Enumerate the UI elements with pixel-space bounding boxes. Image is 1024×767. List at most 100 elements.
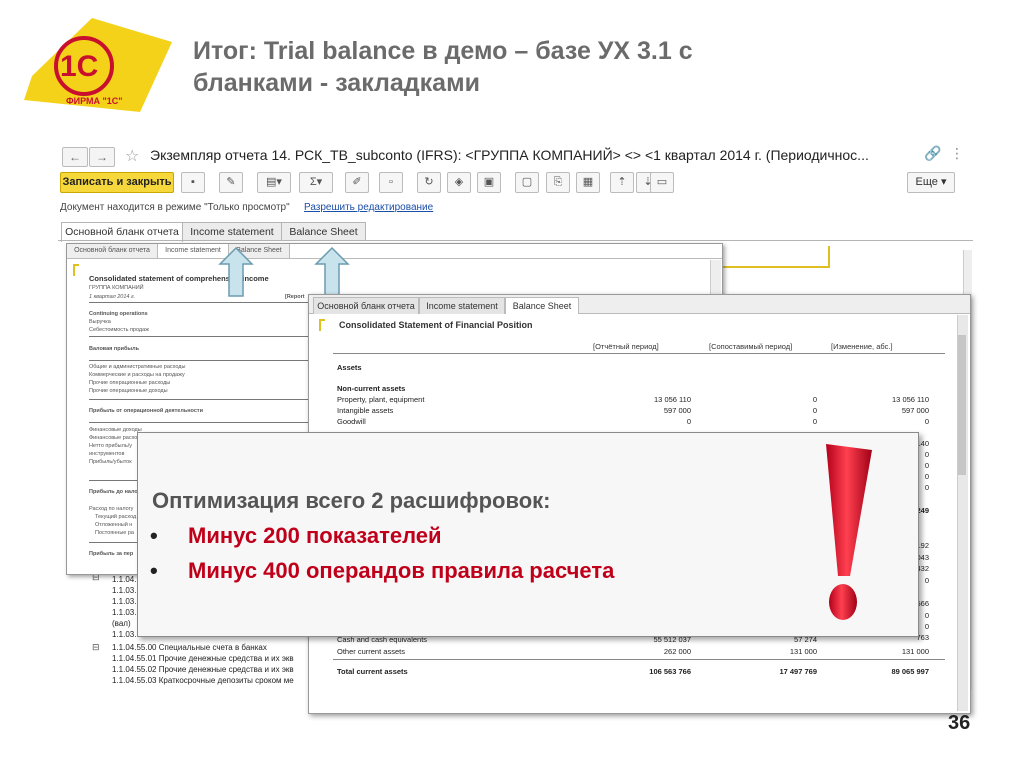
row-separator <box>89 302 309 303</box>
bs-scrollbar-thumb[interactable] <box>958 335 966 475</box>
tree-collapse-icon[interactable]: ⊟ <box>92 642 100 653</box>
lock-icon[interactable]: ▢ <box>515 172 539 193</box>
arrow-right-icon: → <box>96 150 108 164</box>
read-only-mode-text: Документ находится в режиме "Только прос… <box>60 202 290 213</box>
link-icon[interactable]: 🔗 <box>924 145 941 162</box>
income-line: Финансовые доходы <box>89 427 142 433</box>
save-icon[interactable]: ▪ <box>181 172 205 193</box>
bs-value: 13 056 110 <box>892 395 929 404</box>
income-line: Прибыль за пер <box>89 551 134 557</box>
tree-row[interactable]: 1.1.03. <box>112 586 136 595</box>
bs-value: 262 000 <box>663 647 691 656</box>
note-icon[interactable]: ▫ <box>379 172 403 193</box>
bs-value: 597 000 <box>901 406 929 415</box>
more-button[interactable]: Еще ▾ <box>907 172 955 193</box>
arrow-up-icon <box>218 246 254 297</box>
slide-title-line2: бланками - закладками <box>193 69 480 97</box>
tab-income-statement[interactable]: Income statement <box>182 222 282 241</box>
inner-tab-divider <box>67 258 722 259</box>
row-separator <box>333 659 945 660</box>
tree-row[interactable]: 1.1.03. <box>112 608 136 617</box>
clipboard-icon[interactable]: ▭ <box>650 172 674 193</box>
calc-icon[interactable]: ▦ <box>576 172 600 193</box>
bs-header-current: [Отчётный период] <box>593 342 659 351</box>
tree-row[interactable]: 1.1.04.55.01 Прочие денежные средства и … <box>112 654 294 663</box>
income-report-column: [Report <box>285 294 305 300</box>
bs-value: 0 <box>812 406 817 415</box>
row-separator <box>89 360 309 361</box>
bs-total-value: 17 497 769 <box>779 667 817 676</box>
tree-row[interactable]: 1.1.03. <box>112 597 136 606</box>
settings-wrench-icon[interactable]: ✎ <box>219 172 243 193</box>
attachment-icon[interactable]: ⎘ <box>546 172 570 193</box>
row-separator <box>89 422 309 423</box>
tag-icon[interactable]: ◈ <box>447 172 471 193</box>
exclamation-icon <box>826 444 872 620</box>
bs-total-label: Total current assets <box>337 667 408 676</box>
bs-title: Consolidated Statement of Financial Posi… <box>339 320 533 330</box>
window-title: Экземпляр отчета 14. РСК_ТВ_subconto (IF… <box>150 147 869 163</box>
slide-title: Итог: Trial balance в демо – базе УХ 3.1… <box>193 35 993 99</box>
income-line: Прочие операционные доходы <box>89 388 168 394</box>
income-line: Постоянные ра <box>95 530 134 536</box>
callout-heading: Оптимизация всего 2 расшифровок: <box>152 488 551 513</box>
tree-row[interactable]: 1.1.04. <box>112 575 136 584</box>
income-line: инструментов <box>89 451 125 457</box>
sum-dropdown-icon[interactable]: Σ▾ <box>299 172 333 193</box>
income-company: ГРУППА КОМПАНИЙ <box>89 285 144 291</box>
refresh-icon[interactable]: ↻ <box>417 172 441 193</box>
slide-title-line1: Итог: Trial balance в демо – базе УХ 3.1… <box>193 37 693 65</box>
print-icon[interactable]: ▣ <box>477 172 501 193</box>
tree-row[interactable]: 1.1.04.55.02 Прочие денежные средства и … <box>112 665 294 674</box>
income-line: Прибыль до нало <box>89 489 138 495</box>
slide-number: 36 <box>948 712 971 734</box>
bs-value: 0 <box>812 417 817 426</box>
income-line: Расход по налогу <box>89 506 134 512</box>
allow-editing-link[interactable]: Разрешить редактирование <box>304 202 433 213</box>
tree-row[interactable]: 1.1.04.55.03 Краткосрочные депозиты срок… <box>112 676 294 685</box>
highlight-corner <box>319 319 325 331</box>
row-separator <box>89 336 309 337</box>
bs-section: Assets <box>337 363 362 372</box>
export-dropdown-icon[interactable]: ▤▾ <box>257 172 291 193</box>
tab-divider <box>58 240 973 241</box>
favorite-star-icon[interactable]: ☆ <box>125 146 139 166</box>
bs-row-label: Intangible assets <box>337 406 394 415</box>
company-logo: 1С ФИРМА "1С" <box>24 18 172 112</box>
tab-main-form[interactable]: Основной бланк отчета <box>61 222 183 242</box>
row-separator <box>89 399 309 400</box>
bullet-marker: • <box>150 558 158 583</box>
income-line: Выручка <box>89 319 111 325</box>
sort-asc-icon[interactable]: ⇡ <box>610 172 634 193</box>
more-menu-icon[interactable]: ⋮ <box>950 145 964 162</box>
arrow-up-icon <box>314 246 350 297</box>
bs-header-comparative: [Сопоставимый период] <box>709 342 793 351</box>
bs-row-label: Property, plant, equipment <box>337 395 425 404</box>
income-line: Прочие операционные расходы <box>89 380 171 386</box>
income-line: Коммерческие и расходы на продажу <box>89 372 185 378</box>
bs-row-label: Other current assets <box>337 647 405 656</box>
bs-value: 597 000 <box>663 406 691 415</box>
tree-row[interactable]: 1.1.03. <box>112 630 136 639</box>
logo-caption: ФИРМА "1С" <box>66 96 123 106</box>
callout-bullet: Минус 200 показателей <box>188 523 442 548</box>
bs-tab-balance-sheet[interactable]: Balance Sheet <box>505 297 579 314</box>
bs-tab-income-statement[interactable]: Income statement <box>419 297 505 314</box>
income-line: Текущий расход <box>95 514 137 520</box>
tree-row[interactable]: (вал) <box>112 619 131 628</box>
income-line: Нетто прибыль/у <box>89 443 132 449</box>
highlight-corner <box>73 264 79 276</box>
bs-value: 0 <box>686 417 691 426</box>
save-and-close-button[interactable]: Записать и закрыть <box>60 172 174 193</box>
bs-tab-main-form[interactable]: Основной бланк отчета <box>313 297 419 314</box>
bs-header-change: [Изменение, абс.] <box>831 342 893 351</box>
back-button[interactable]: ← <box>62 147 88 167</box>
income-line: Себестоимость продаж <box>89 327 149 333</box>
edit-pencil-icon[interactable]: ✐ <box>345 172 369 193</box>
tree-row[interactable]: 1.1.04.55.00 Специальные счета в банках <box>112 643 267 652</box>
bs-subsection: Non-current assets <box>337 384 406 393</box>
forward-button[interactable]: → <box>89 147 115 167</box>
inner-tab-main-form[interactable]: Основной бланк отчета <box>67 244 158 258</box>
tab-balance-sheet[interactable]: Balance Sheet <box>281 222 366 241</box>
bs-value: 131 000 <box>901 647 929 656</box>
